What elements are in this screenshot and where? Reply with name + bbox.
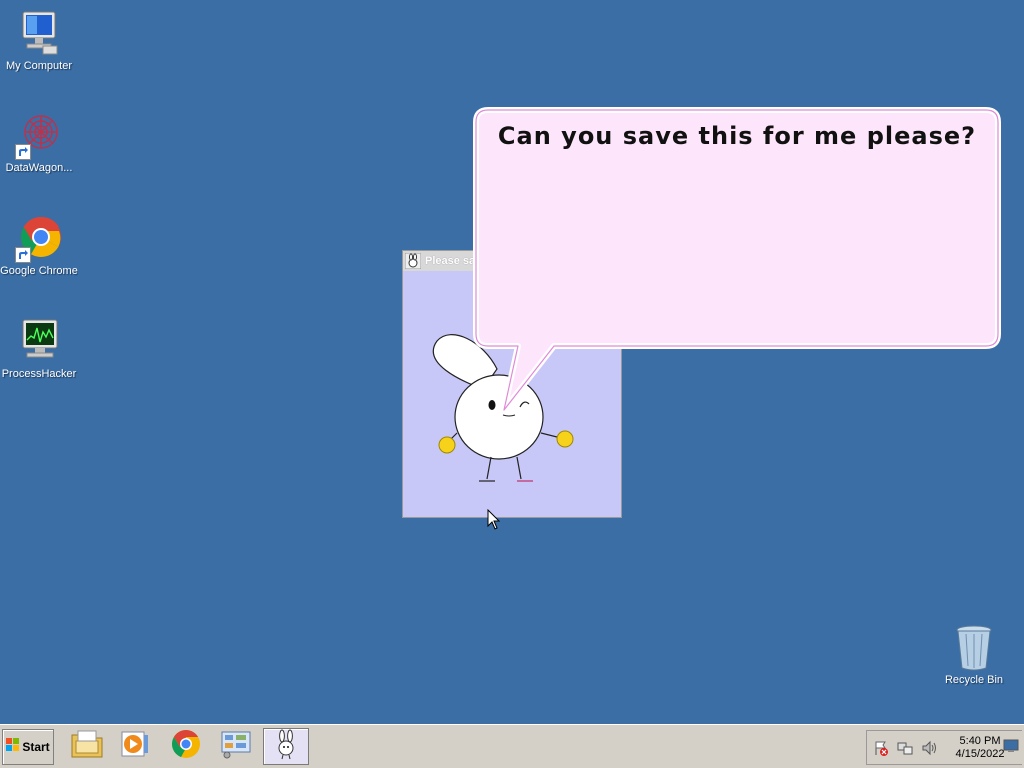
desktop-icon-label: DataWagon... [5,162,73,174]
file-explorer-icon [70,729,104,764]
chrome-icon [15,215,63,263]
desktop-icon-label: Recycle Bin [944,674,1004,686]
desktop-icon-google-chrome[interactable]: Google Chrome [0,215,78,277]
recycle-bin-icon [950,624,998,672]
start-button[interactable]: Start [2,729,54,765]
volume-icon[interactable] [921,740,937,756]
bunny-app-icon [271,728,301,765]
speech-bubble-text: Can you save this for me please? [497,122,977,150]
desktop-icon-my-computer[interactable]: My Computer [0,10,78,72]
desktop-icon-label: Google Chrome [0,265,78,277]
taskbar-control-panel[interactable] [213,728,259,765]
taskbar-file-explorer[interactable] [64,728,110,765]
show-desktop-icon[interactable] [1003,739,1019,755]
bunny-app-icon [404,252,422,270]
chrome-icon [171,729,201,764]
taskbar-media-player[interactable] [112,728,158,765]
desktop-icon-datawagon[interactable]: DataWagon... [0,112,78,174]
desktop-icon-processhacker[interactable]: ProcessHacker [0,318,78,380]
window-title: Please sa [425,255,476,267]
desktop-icon-label: ProcessHacker [1,368,77,380]
taskbar-chrome[interactable] [163,728,209,765]
windows-logo-icon [6,737,20,757]
shortcut-arrow-icon [15,144,31,160]
network-icon[interactable] [897,740,913,756]
processhacker-icon [15,318,63,366]
control-panel-icon [219,729,253,764]
system-tray: 5:40 PM 4/15/2022 [866,730,1022,765]
taskbar: Start 5:40 PM 4/15/2022 [0,724,1024,768]
speech-bubble: Can you save this for me please? [473,107,1001,413]
start-label: Start [22,740,50,754]
datawagon-icon [15,112,63,160]
action-center-flag-icon[interactable] [873,740,889,756]
taskbar-bunny-app[interactable] [263,728,309,765]
shortcut-arrow-icon [15,247,31,263]
mouse-cursor-icon [487,508,501,536]
desktop-icon-label: My Computer [5,60,73,72]
desktop: My Computer DataWagon... Google Chrome P… [0,0,1024,724]
desktop-icon-recycle-bin[interactable]: Recycle Bin [935,624,1013,686]
media-player-icon [120,729,150,764]
my-computer-icon [15,10,63,58]
